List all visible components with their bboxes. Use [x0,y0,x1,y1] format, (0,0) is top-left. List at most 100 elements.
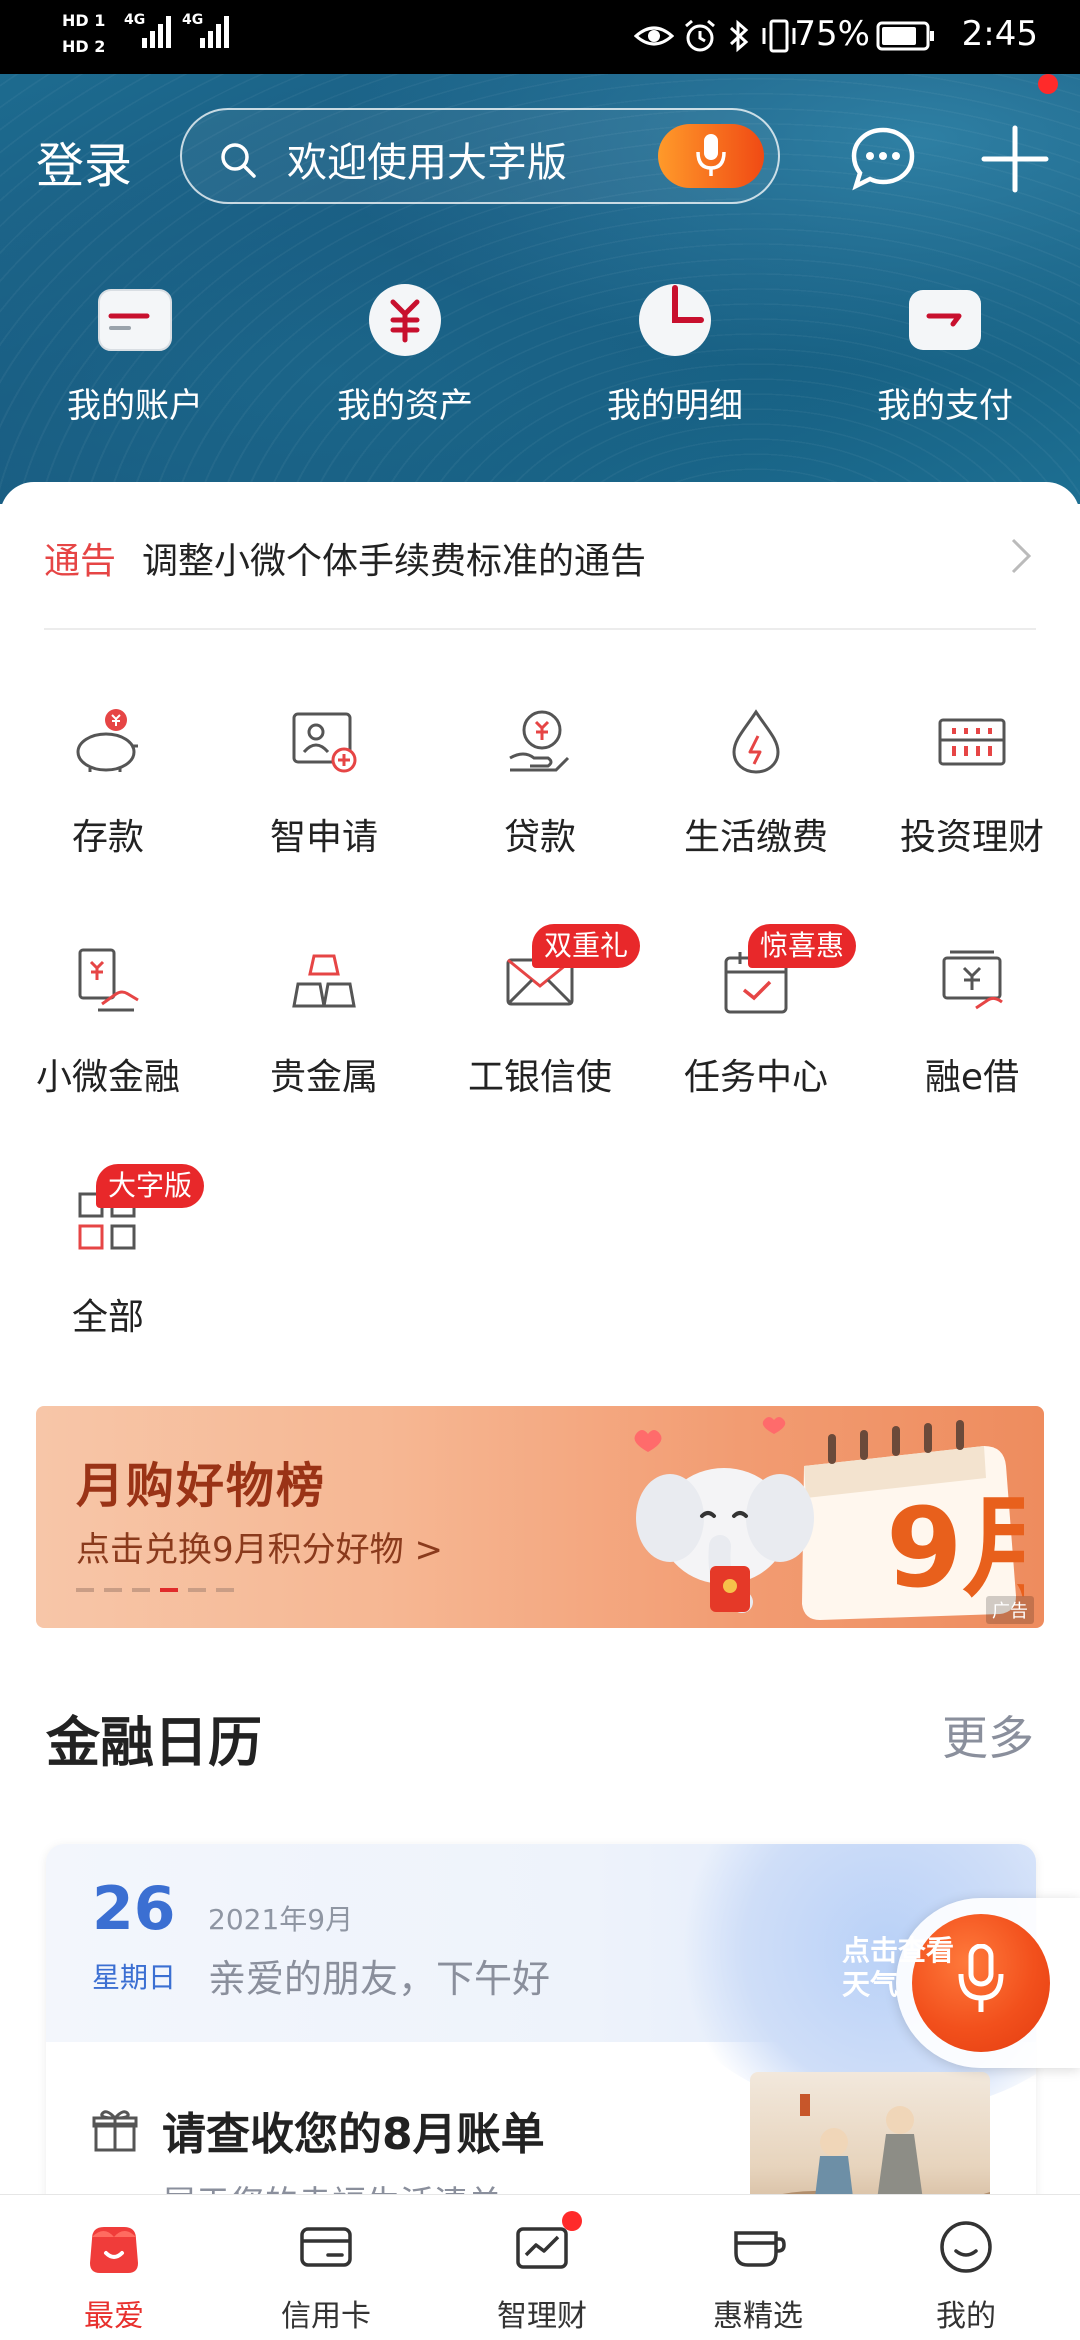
add-notification-dot [1038,74,1058,94]
chevron-right-icon [1011,538,1032,574]
func-smart-apply[interactable]: 智申请 [216,706,432,906]
add-icon[interactable] [980,124,1050,194]
func-task-center[interactable]: 任务中心 惊喜惠 [648,924,864,1146]
func-label: 生活缴费 [683,817,828,858]
smile-icon [940,2221,992,2273]
func-label: 全部 [71,1297,144,1338]
notice-text: 调整小微个体手续费标准的通告 [142,541,647,582]
search-placeholder: 欢迎使用大字版 [287,140,567,186]
func-label: 投资理财 [899,817,1044,858]
tab-label: 信用卡 [281,2299,371,2334]
sim2-label: HD 2 [62,37,106,56]
status-bar: HD 1 HD 2 4G 4G 75% 2:45 [0,0,1080,74]
large-font-badge: 大字版 [96,1164,205,1208]
sim-indicators: HD 1 HD 2 [62,8,105,60]
func-label: 存款 [71,817,144,858]
func-label: 智申请 [269,817,378,858]
utility-drop-icon [732,709,780,774]
func-label: 小微金融 [35,1057,180,1098]
promo-badge: 惊喜惠 [748,924,857,968]
quick-label: 我的账户 [67,386,203,426]
quick-my-payment[interactable]: 我的支付 [810,270,1080,430]
quick-label: 我的明细 [607,386,743,426]
gift-icon [92,2110,138,2152]
more-link[interactable]: 更多 [942,1702,1034,1768]
promo-banner[interactable]: 月购好物榜 点击兑换9月积分好物 > 9月 广告 [36,1406,1044,1628]
clock-icon [639,284,711,356]
banner-art-text: 9月 [886,1484,1024,1612]
calendar-month: 2021年9月 [208,1903,354,1936]
microphone-icon [958,1944,1004,2012]
bluetooth-icon [729,19,749,53]
banner-title: 月购好物榜 [76,1458,327,1514]
quick-label: 我的资产 [337,386,473,426]
voice-search-button[interactable] [658,124,764,188]
microphone-icon [696,134,726,176]
bill-title: 请查收您的8月账单 [162,2109,545,2160]
func-all[interactable]: 全部 大字版 [0,1164,216,1386]
eye-icon [634,26,674,46]
header: 登录 欢迎使用大字版 我的账户 我的资产 我的明细 我的支付 [0,74,1080,504]
search-bar[interactable]: 欢迎使用大字版 [180,108,780,204]
tab-label: 最爱 [84,2299,144,2334]
battery-percent: 75% [794,14,870,54]
banner-subtitle: 点击兑换9月积分好物 > [76,1530,443,1570]
payment-icon [909,290,981,350]
tab-credit-card[interactable]: 信用卡 [218,2195,434,2340]
loan-icon [509,710,570,772]
func-deposit[interactable]: 存款 [0,706,216,906]
quick-label: 我的支付 [877,386,1013,426]
content-sheet: 通告 调整小微个体手续费标准的通告 存款 智申请 贷款 生活缴费 投资理财 小微… [0,482,1080,2244]
func-label: 融e借 [924,1057,1020,1098]
promo-badge: 双重礼 [532,924,641,968]
tab-label: 我的 [936,2299,996,2334]
func-icbc-messenger[interactable]: 工银信使 双重礼 [432,924,648,1146]
borrow-icon [942,950,1003,1010]
ad-label: 广告 [986,1596,1034,1624]
tab-favorites[interactable]: 最爱 [6,2195,222,2340]
elephant-calendar-illustration: 9月 [634,1417,1024,1620]
weather-link[interactable]: 点击查看 天气 [842,1934,954,2002]
func-micro-finance[interactable]: 小微金融 [0,946,216,1146]
heart-bag-icon [90,2227,138,2273]
func-label: 贷款 [503,817,576,858]
func-precious-metals[interactable]: 贵金属 [216,946,432,1146]
func-investment[interactable]: 投资理财 [864,706,1080,906]
cup-icon [734,2231,786,2267]
quick-access-row: 我的账户 我的资产 我的明细 我的支付 [0,270,1080,430]
login-link[interactable]: 登录 [36,126,132,196]
tab-mine[interactable]: 我的 [858,2195,1074,2340]
calendar-greeting-panel: 26 星期日 2021年9月 亲爱的朋友，下午好 点击查看 天气 [46,1844,1036,2114]
message-icon[interactable] [848,124,918,194]
credit-card-icon [300,2227,352,2267]
card-icon [98,289,172,351]
abacus-icon [938,718,1006,766]
tab-label: 智理财 [497,2299,587,2334]
bottom-tab-bar: 最爱 信用卡 智理财 惠精选 我的 [0,2194,1080,2340]
banner-pagination [76,1588,234,1592]
quick-my-details[interactable]: 我的明细 [540,270,810,430]
tab-smart-wealth[interactable]: 智理财 [434,2195,650,2340]
yuan-icon [369,284,441,356]
micro-finance-icon [78,948,139,1012]
tab-notification-dot [562,2211,582,2231]
func-label: 任务中心 [683,1057,828,1098]
signal-2-icon [200,14,229,48]
battery-icon [876,21,934,51]
calendar-greeting: 亲爱的朋友，下午好 [208,1957,551,2001]
gold-bars-icon [292,954,356,1008]
quick-my-account[interactable]: 我的账户 [0,270,270,430]
finance-calendar-card[interactable]: 26 星期日 2021年9月 亲爱的朋友，下午好 点击查看 天气 请查收您的8月… [46,1844,1036,2244]
tab-selected-deals[interactable]: 惠精选 [650,2195,866,2340]
notice-bar[interactable]: 通告 调整小微个体手续费标准的通告 [44,482,1036,630]
quick-my-assets[interactable]: 我的资产 [270,270,540,430]
func-utility-payment[interactable]: 生活缴费 [648,706,864,906]
func-label: 工银信使 [467,1057,612,1098]
func-loan[interactable]: 贷款 [432,706,648,906]
func-rong-e-borrow[interactable]: 融e借 [864,946,1080,1146]
signal-1-icon [142,14,171,48]
calendar-day: 26 [92,1874,176,1944]
sim1-label: HD 1 [62,11,106,30]
apply-icon [292,712,357,773]
clock-time: 2:45 [961,14,1038,54]
